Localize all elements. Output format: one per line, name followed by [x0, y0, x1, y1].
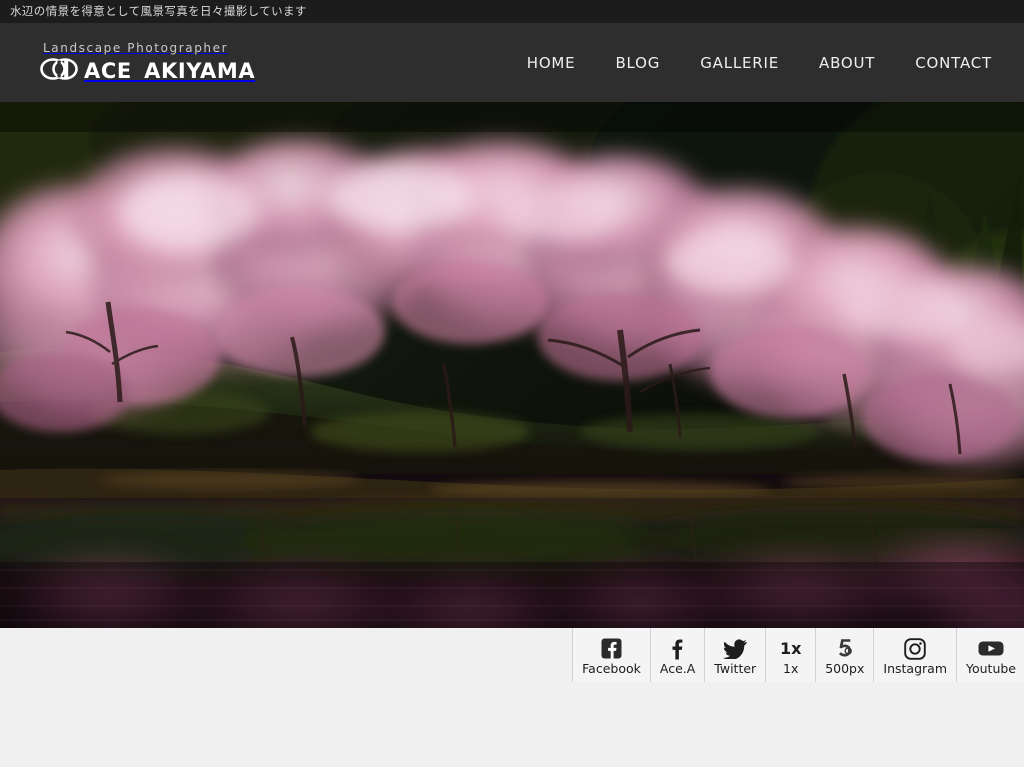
social-link-ace-a[interactable]: Ace.A [649, 628, 704, 682]
instagram-camera-icon [904, 637, 926, 661]
brand-name-second: AKIYAMA [144, 58, 256, 83]
social-label-1x: 1x [783, 660, 799, 676]
main-navigation: HOME BLOG GALLERIE ABOUT CONTACT [507, 54, 994, 72]
hero-photo-illustration [0, 102, 1024, 628]
top-announcement-bar: 水辺の情景を得意として風景写真を日々撮影しています [0, 0, 1024, 23]
social-links-bar: Facebook Ace.A Twitter 1x 1x 500px Insta… [572, 628, 1024, 682]
brand-name-first: ACE [84, 58, 132, 83]
site-tagline: 水辺の情景を得意として風景写真を日々撮影しています [10, 3, 307, 18]
social-label-500px: 500px [825, 660, 865, 676]
site-header: Landscape Photographer ACE AKIYAMA HOME … [0, 23, 1024, 102]
nav-item-about[interactable]: ABOUT [799, 54, 895, 72]
social-link-facebook[interactable]: Facebook [572, 628, 650, 682]
onex-text-icon: 1x [780, 637, 801, 661]
social-label-instagram: Instagram [883, 660, 947, 676]
nav-item-contact[interactable]: CONTACT [895, 54, 994, 72]
site-footer: Facebook Ace.A Twitter 1x 1x 500px Insta… [0, 628, 1024, 767]
twitter-bird-icon [723, 637, 747, 661]
nav-item-gallerie[interactable]: GALLERIE [680, 54, 799, 72]
social-label-youtube: Youtube [966, 660, 1016, 676]
fivehundredpx-icon [835, 637, 855, 661]
nav-item-blog[interactable]: BLOG [595, 54, 680, 72]
overlapping-circles-logo-icon [40, 57, 82, 85]
social-link-500px[interactable]: 500px [815, 628, 873, 682]
brand-subtitle: Landscape Photographer [43, 40, 229, 55]
brand-name: ACE AKIYAMA [84, 58, 256, 83]
nav-item-home[interactable]: HOME [507, 54, 596, 72]
site-logo[interactable]: Landscape Photographer ACE AKIYAMA [40, 41, 255, 85]
social-link-youtube[interactable]: Youtube [956, 628, 1024, 682]
social-label-twitter: Twitter [714, 660, 757, 676]
social-link-1x[interactable]: 1x 1x [765, 628, 815, 682]
social-link-instagram[interactable]: Instagram [873, 628, 956, 682]
youtube-play-icon [978, 637, 1004, 661]
facebook-f-icon [667, 637, 688, 661]
social-label-facebook: Facebook [582, 660, 641, 676]
facebook-square-icon [601, 637, 622, 661]
social-label-ace-a: Ace.A [659, 660, 696, 676]
social-link-twitter[interactable]: Twitter [704, 628, 765, 682]
hero-image [0, 102, 1024, 628]
onex-icon-text: 1x [779, 639, 802, 659]
